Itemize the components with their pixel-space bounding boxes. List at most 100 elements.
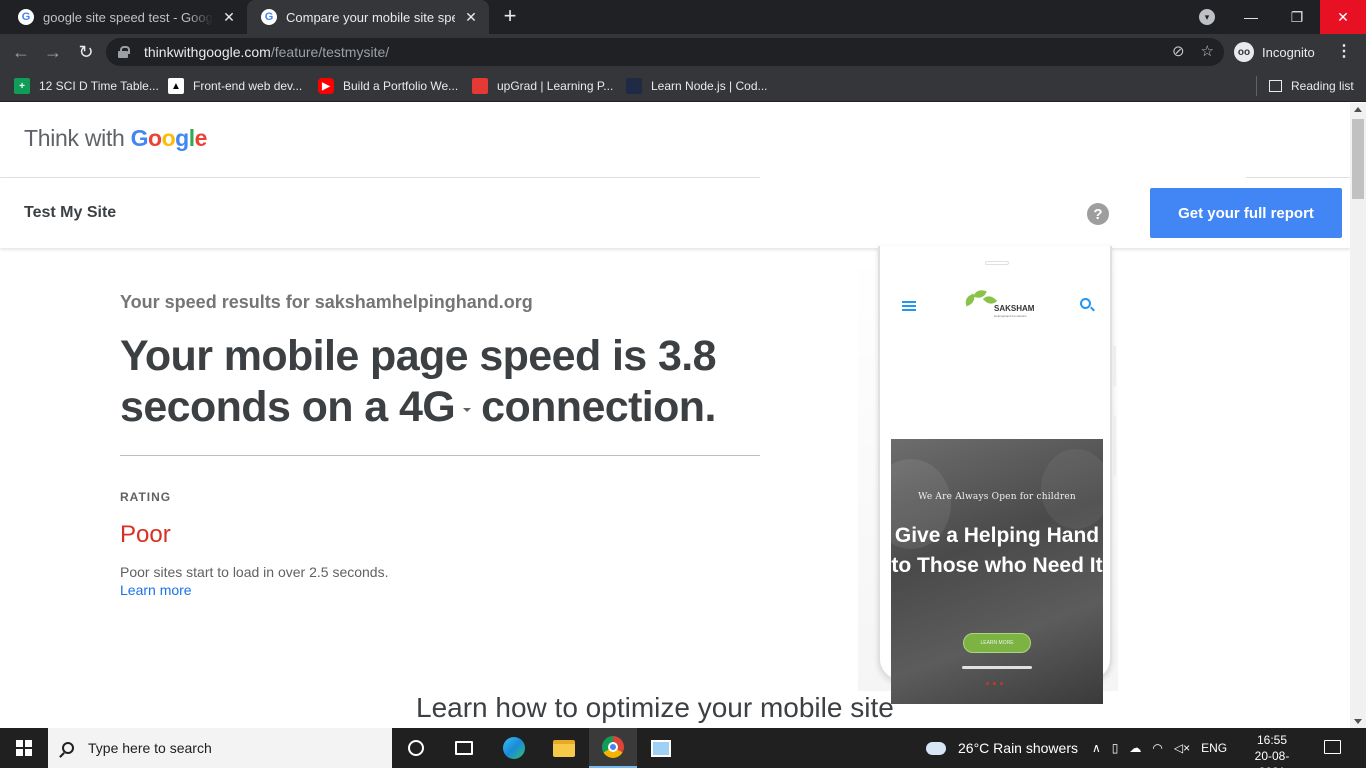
task-view-icon	[455, 741, 473, 755]
bookmark-nodejs[interactable]: Learn Node.js | Cod...	[626, 76, 768, 96]
bookmark-upgrad[interactable]: upGrad | Learning P...	[472, 76, 613, 96]
subnav-bar: Test My Site ? Get your full report	[0, 178, 1350, 248]
connection-dropdown[interactable]: 4G	[399, 382, 481, 433]
results-subtitle: Your speed results for sakshamhelpinghan…	[120, 292, 533, 312]
headline-text: connection.	[481, 383, 716, 431]
tab-compare-speed[interactable]: G Compare your mobile site speed ✕	[247, 0, 489, 34]
browser-toolbar: ← → ↻ thinkwithgoogle.com/feature/testmy…	[0, 34, 1366, 70]
get-full-report-button[interactable]: Get your full report	[1150, 188, 1342, 238]
rating-value: Poor	[120, 521, 171, 548]
bookmark-label: Front-end web dev...	[193, 79, 303, 93]
google-letter: G	[130, 125, 149, 151]
notification-center-icon[interactable]	[1324, 740, 1341, 754]
back-arrow-icon[interactable]: ←	[8, 39, 34, 65]
page-scrollbar[interactable]	[1350, 103, 1366, 728]
google-sheets-icon: +	[14, 78, 30, 94]
chevron-down-icon	[463, 407, 472, 412]
bookmarks-bar: + 12 SCI D Time Table... ▲ Front-end web…	[0, 70, 1366, 102]
volume-muted-icon[interactable]: ◁×	[1174, 741, 1190, 755]
photos-icon	[651, 739, 671, 757]
bird-icon: ▲	[168, 78, 184, 94]
chevron-up-icon[interactable]: ∧	[1092, 741, 1101, 755]
youtube-icon: ▶	[318, 78, 334, 94]
google-letter: g	[175, 125, 189, 151]
url-host: thinkwithgoogle.com	[144, 44, 271, 60]
tab-title: google site speed test - Google S	[43, 9, 213, 25]
lock-icon[interactable]	[118, 46, 130, 58]
search-icon	[62, 742, 74, 754]
rating-label: RATING	[120, 490, 172, 504]
maximize-button[interactable]: ❐	[1274, 0, 1320, 34]
reading-list-button[interactable]: Reading list	[1256, 76, 1354, 96]
bookmark-label: Build a Portfolio We...	[343, 79, 459, 93]
tab-google-search[interactable]: G google site speed test - Google S ✕	[4, 0, 247, 34]
cortana-button[interactable]	[392, 728, 440, 768]
photos-app[interactable]	[637, 728, 685, 768]
task-view-button[interactable]	[440, 728, 488, 768]
bookmark-frontend[interactable]: ▲ Front-end web dev...	[168, 76, 302, 96]
incognito-icon: oo	[1234, 42, 1254, 62]
learn-more-link[interactable]: Learn more	[120, 582, 192, 598]
scroll-thumb[interactable]	[1352, 119, 1364, 199]
google-favicon-icon: G	[261, 9, 277, 25]
incognito-label: Incognito	[1262, 44, 1315, 60]
saksham-logo: SAKSHAM Helpinghand Foundation	[960, 288, 1040, 324]
weather-widget[interactable]: 26°C Rain showers	[924, 728, 1078, 768]
brand-prefix: Think with	[24, 125, 131, 151]
tab-strip: G google site speed test - Google S ✕ G …	[0, 0, 1366, 34]
scroll-up-arrow-icon[interactable]	[1354, 107, 1362, 112]
phone-preview: SAKSHAM Helpinghand Foundation We Are Al…	[878, 246, 1116, 704]
hero-tagline: We Are Always Open for children	[918, 492, 1076, 502]
bookmark-portfolio[interactable]: ▶ Build a Portfolio We...	[318, 76, 458, 96]
site-logo-text: SAKSHAM	[994, 304, 1035, 313]
hero-heading: Give a Helping Hand to Those who Need It	[891, 524, 1103, 577]
reload-icon[interactable]: ↻	[73, 39, 99, 65]
incognito-profile[interactable]: oo Incognito	[1234, 40, 1315, 64]
windows-start-icon[interactable]	[16, 740, 32, 756]
close-window-button[interactable]: ✕	[1320, 0, 1366, 34]
google-letter: o	[161, 125, 176, 151]
minimize-button[interactable]: —	[1228, 0, 1274, 34]
close-tab-icon[interactable]: ✕	[221, 9, 237, 26]
codecademy-icon	[626, 78, 642, 94]
tab-search-icon[interactable]: ▾	[1199, 9, 1215, 25]
more-menu-icon[interactable]: ⋮	[1336, 40, 1352, 64]
forward-arrow-icon[interactable]: →	[40, 39, 66, 65]
phone-side-button	[1112, 416, 1116, 476]
new-tab-button[interactable]: +	[499, 4, 521, 30]
google-favicon-icon: G	[18, 9, 34, 25]
scroll-down-arrow-icon[interactable]	[1354, 719, 1362, 724]
bookmark-star-icon[interactable]: ☆	[1201, 42, 1214, 60]
google-letter: e	[194, 125, 208, 151]
system-tray: ∧ ▯ ☁ ◠ ◁× ENG	[1092, 728, 1227, 768]
taskbar-search-box[interactable]: Type here to search	[48, 728, 392, 768]
search-icon	[1080, 298, 1091, 309]
rating-description: Poor sites start to load in over 2.5 sec…	[120, 564, 389, 580]
address-bar[interactable]: thinkwithgoogle.com/feature/testmysite/ …	[106, 38, 1224, 66]
cloud-sync-icon[interactable]: ☁	[1129, 741, 1141, 755]
language-indicator[interactable]: ENG	[1201, 741, 1227, 755]
edge-app[interactable]	[490, 728, 538, 768]
think-with-google-logo[interactable]: Think with Google	[24, 125, 207, 152]
eye-off-icon[interactable]: ⊘	[1172, 42, 1185, 60]
close-tab-icon[interactable]: ✕	[463, 9, 479, 26]
page-title[interactable]: Test My Site	[24, 204, 116, 222]
cortana-icon	[408, 740, 424, 756]
google-wordmark: Google	[130, 125, 208, 151]
bookmark-label: upGrad | Learning P...	[497, 79, 614, 93]
wifi-icon[interactable]: ◠	[1152, 741, 1162, 755]
clock-time: 16:55	[1256, 733, 1288, 747]
connection-value: 4G	[398, 383, 456, 431]
bookmark-label: 12 SCI D Time Table...	[39, 79, 159, 93]
system-clock[interactable]: 16:55 20-08-2021	[1244, 732, 1300, 780]
file-explorer-app[interactable]	[540, 728, 588, 768]
help-icon[interactable]: ?	[1087, 203, 1109, 225]
battery-icon[interactable]: ▯	[1112, 741, 1119, 755]
section-heading: Learn how to optimize your mobile site	[416, 692, 894, 723]
chrome-icon	[602, 736, 624, 758]
cloud-rain-icon	[924, 736, 946, 755]
chrome-app[interactable]	[589, 728, 637, 768]
bookmark-label: Learn Node.js | Cod...	[651, 79, 768, 93]
bookmark-time-table[interactable]: + 12 SCI D Time Table...	[14, 76, 159, 96]
folder-icon	[553, 739, 575, 757]
